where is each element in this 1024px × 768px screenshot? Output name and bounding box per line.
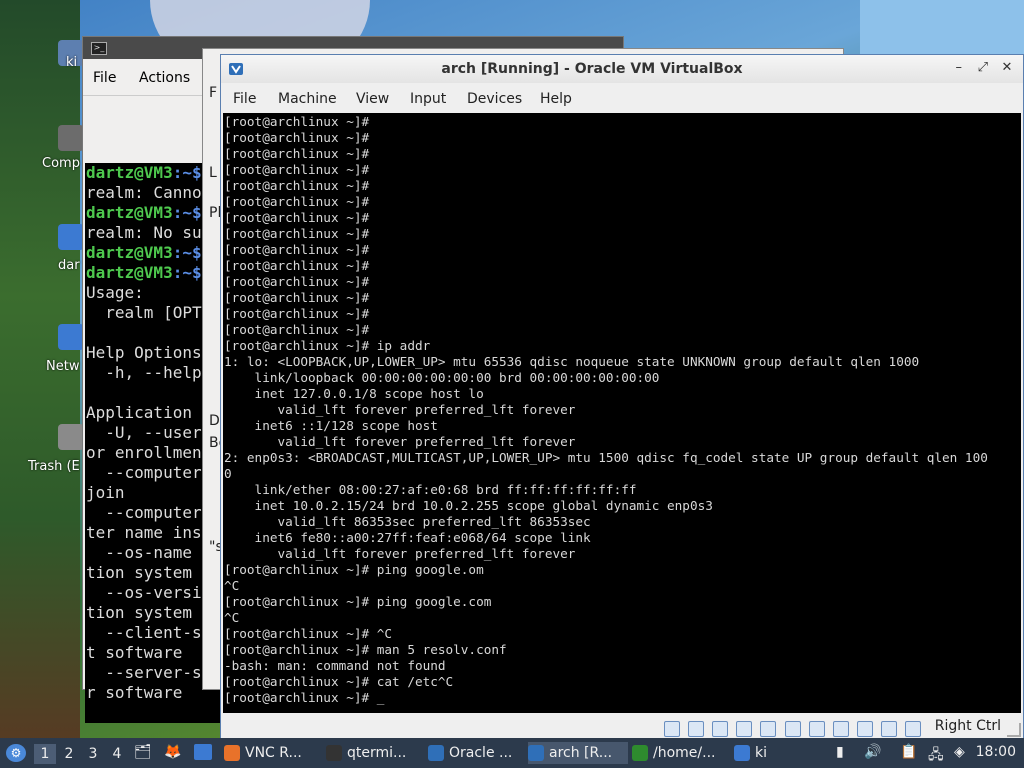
- virtualbox-icon: [528, 745, 544, 761]
- vbox-window-title: arch [Running] - Oracle VM VirtualBox: [441, 61, 743, 77]
- desktop-label-computer[interactable]: Comp: [42, 156, 80, 171]
- clipboard-icon[interactable]: 📋: [900, 744, 917, 760]
- taskbar: ⚙ 1 2 3 4 🗂 🦊 VNC R... qtermi... Oracle …: [0, 738, 1024, 768]
- vm-console-output: [root@archlinux ~]# [root@archlinux ~]# …: [224, 114, 988, 705]
- vm-console-screen[interactable]: [root@archlinux ~]# [root@archlinux ~]# …: [223, 113, 1021, 713]
- workspace-2[interactable]: 2: [58, 744, 80, 764]
- task-qterminal[interactable]: qtermi...: [326, 742, 422, 764]
- network-tray-icon[interactable]: 🖧: [928, 744, 944, 768]
- desktop-label-network[interactable]: Netw: [46, 359, 79, 374]
- workspace-3[interactable]: 3: [82, 744, 104, 764]
- vbox-menu-devices[interactable]: Devices: [467, 91, 522, 107]
- vbox-menu-file[interactable]: File: [233, 91, 256, 107]
- qterminal-menu-file[interactable]: File: [93, 70, 116, 86]
- virtualbox-vm-window[interactable]: arch [Running] - Oracle VM VirtualBox – …: [220, 54, 1024, 740]
- task-arch-vm[interactable]: arch [R...: [528, 742, 628, 764]
- firefox-launcher-icon[interactable]: 🦊: [164, 744, 181, 760]
- vbox-menu-view[interactable]: View: [356, 91, 389, 107]
- clock[interactable]: 18:00: [976, 744, 1016, 760]
- vbox-titlebar[interactable]: arch [Running] - Oracle VM VirtualBox – …: [221, 55, 1023, 83]
- desktop-label-trash[interactable]: Trash (E: [28, 459, 80, 474]
- vbox-menu-machine[interactable]: Machine: [278, 91, 337, 107]
- show-desktop-icon[interactable]: [194, 744, 212, 760]
- hard-disk-icon[interactable]: [664, 720, 681, 737]
- mouse-integration-icon[interactable]: [880, 720, 897, 737]
- workspace-1[interactable]: 1: [34, 744, 56, 764]
- home-folder-icon[interactable]: [58, 224, 84, 250]
- maximize-icon[interactable]: ⤢: [973, 60, 993, 75]
- start-menu-icon[interactable]: ⚙: [6, 744, 26, 762]
- display-icon[interactable]: [808, 720, 825, 737]
- trash-icon[interactable]: [58, 424, 84, 450]
- task-home-terminal[interactable]: /home/...: [632, 742, 728, 764]
- vbox-menubar: File Machine View Input Devices Help: [221, 83, 1023, 113]
- audio-icon[interactable]: [712, 720, 729, 737]
- middle-window-fragment: L: [209, 165, 217, 181]
- shared-folders-icon[interactable]: [784, 720, 801, 737]
- volume-icon[interactable]: 🔊: [864, 744, 881, 760]
- terminal-icon: >_: [91, 42, 107, 55]
- vm-tray-icon[interactable]: ◈: [954, 744, 965, 760]
- terminal-green-icon: [632, 745, 648, 761]
- task-folder-ki[interactable]: ki: [734, 742, 804, 764]
- folder-icon: [734, 745, 750, 761]
- computer-icon[interactable]: [58, 125, 84, 151]
- wallpaper-sky: [860, 0, 1024, 55]
- vbox-statusbar: Right Ctrl: [221, 713, 1023, 739]
- cpu-icon[interactable]: [856, 720, 873, 737]
- task-vnc[interactable]: VNC R...: [224, 742, 320, 764]
- resize-grip-icon[interactable]: [1007, 723, 1021, 737]
- virtualbox-icon: [428, 745, 444, 761]
- qterminal-menu-actions[interactable]: Actions: [139, 70, 190, 86]
- terminal-icon: [326, 745, 342, 761]
- usb-icon[interactable]: [760, 720, 777, 737]
- middle-window-fragment: F: [209, 85, 218, 101]
- network-icon[interactable]: [58, 324, 84, 350]
- vbox-menu-input[interactable]: Input: [410, 91, 446, 107]
- recording-icon[interactable]: [832, 720, 849, 737]
- keyboard-capture-icon[interactable]: [905, 720, 921, 737]
- network-adapter-icon[interactable]: [736, 720, 753, 737]
- task-oracle-vbox[interactable]: Oracle ...: [428, 742, 524, 764]
- host-key-label: Right Ctrl: [934, 718, 1001, 734]
- desktop-label-ki[interactable]: ki: [66, 55, 77, 70]
- vbox-menu-help[interactable]: Help: [540, 91, 572, 107]
- workspace-4[interactable]: 4: [106, 744, 128, 764]
- firefox-icon: [224, 745, 240, 761]
- desktop-label-home[interactable]: dar: [58, 258, 80, 273]
- minimize-icon[interactable]: –: [949, 60, 969, 75]
- close-icon[interactable]: ✕: [997, 60, 1017, 75]
- scroll-indicator-icon[interactable]: ▮: [836, 744, 844, 760]
- optical-drive-icon[interactable]: [688, 720, 705, 737]
- file-manager-launcher-icon[interactable]: 🗂: [134, 744, 152, 760]
